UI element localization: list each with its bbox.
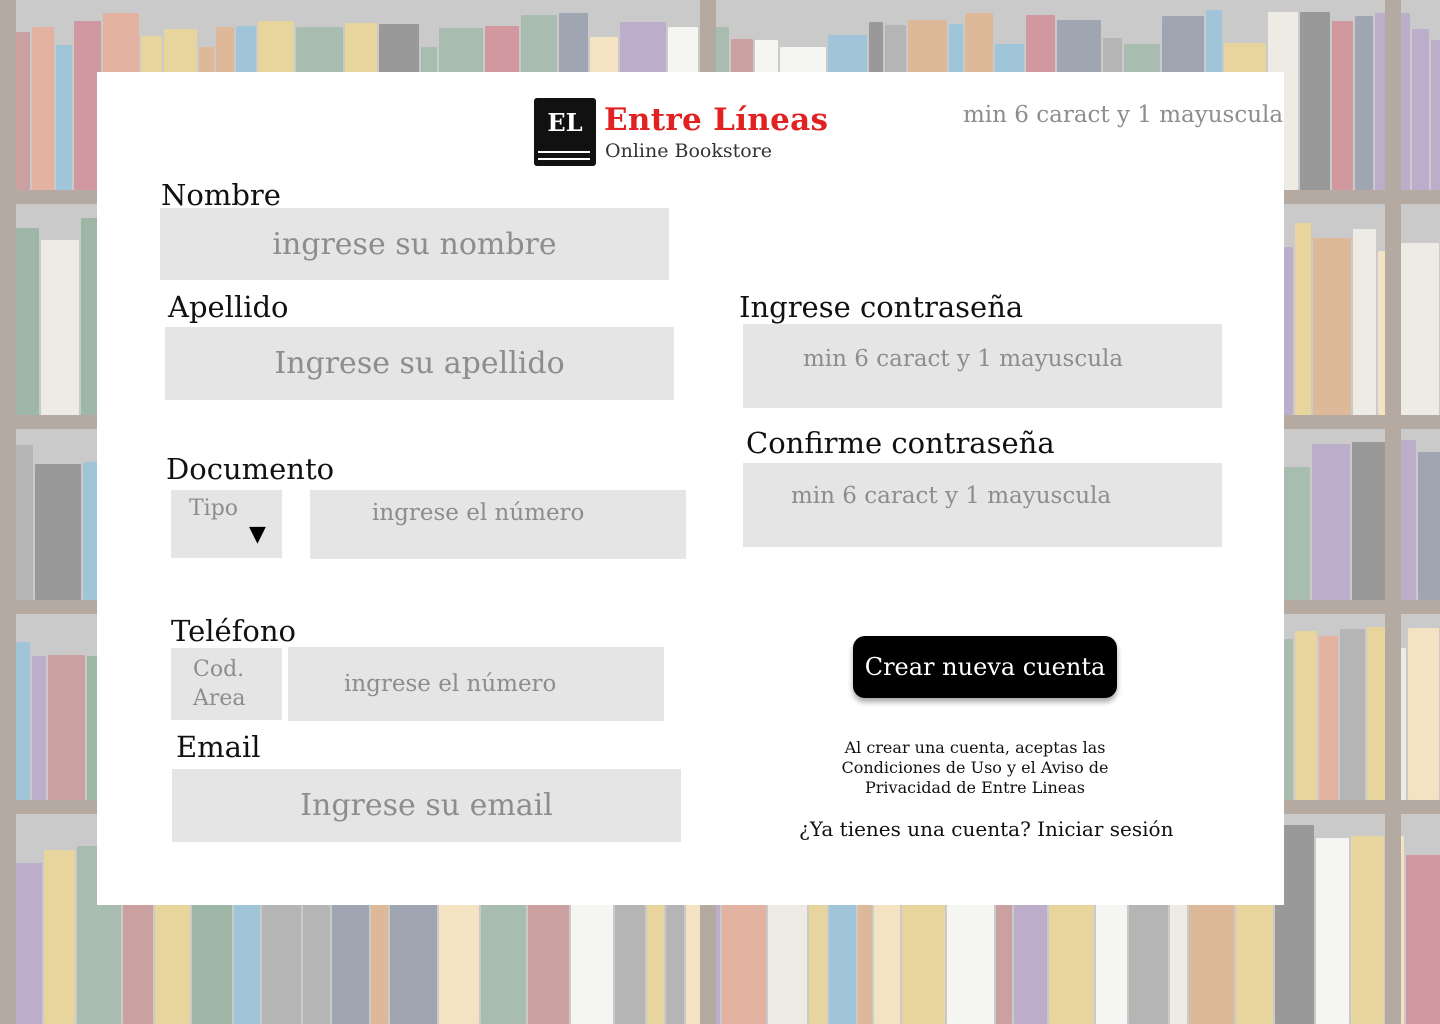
- password-input[interactable]: min 6 caract y 1 mayuscula: [743, 324, 1222, 408]
- documento-label: Documento: [166, 452, 335, 486]
- documento-type-select[interactable]: Tipo ▼: [171, 490, 282, 558]
- confirm-password-label: Confirme contraseña: [746, 426, 1055, 460]
- apellido-placeholder: Ingrese su apellido: [274, 346, 565, 381]
- telefono-label: Teléfono: [171, 614, 297, 648]
- password-label: Ingrese contraseña: [739, 290, 1024, 324]
- email-input[interactable]: Ingrese su email: [172, 769, 681, 842]
- documento-number-input[interactable]: ingrese el número: [310, 490, 686, 559]
- logo-book-icon: EL: [534, 98, 596, 166]
- email-placeholder: Ingrese su email: [300, 788, 553, 823]
- brand-subtitle: Online Bookstore: [605, 140, 772, 162]
- telefono-number-input[interactable]: ingrese el número: [288, 647, 664, 721]
- chevron-down-icon: ▼: [249, 522, 266, 547]
- documento-placeholder: ingrese el número: [372, 500, 585, 526]
- confirm-password-input[interactable]: min 6 caract y 1 mayuscula: [743, 463, 1222, 547]
- nombre-label: Nombre: [161, 178, 281, 212]
- login-link[interactable]: ¿Ya tienes una cuenta? Iniciar sesión: [799, 817, 1173, 841]
- nombre-placeholder: ingrese su nombre: [272, 226, 557, 262]
- registration-card: EL Entre Líneas Online Bookstore min 6 c…: [97, 72, 1284, 905]
- password-placeholder: min 6 caract y 1 mayuscula: [803, 346, 1124, 372]
- telefono-placeholder: ingrese el número: [344, 671, 557, 697]
- terms-notice: Al crear una cuenta, aceptas las Condici…: [841, 738, 1109, 797]
- password-hint-top: min 6 caract y 1 mayuscula: [963, 102, 1284, 128]
- brand-title: Entre Líneas: [604, 102, 829, 138]
- email-label: Email: [176, 730, 261, 764]
- area-code-line2: Area: [193, 686, 246, 711]
- apellido-label: Apellido: [168, 290, 289, 324]
- confirm-password-placeholder: min 6 caract y 1 mayuscula: [791, 483, 1112, 509]
- create-account-button[interactable]: Crear nueva cuenta: [853, 636, 1117, 698]
- area-code-line1: Cod.: [193, 657, 245, 682]
- nombre-input[interactable]: ingrese su nombre: [160, 208, 669, 280]
- documento-type-label: Tipo: [189, 496, 239, 521]
- apellido-input[interactable]: Ingrese su apellido: [165, 327, 674, 400]
- area-code-input[interactable]: Cod. Area: [171, 648, 282, 720]
